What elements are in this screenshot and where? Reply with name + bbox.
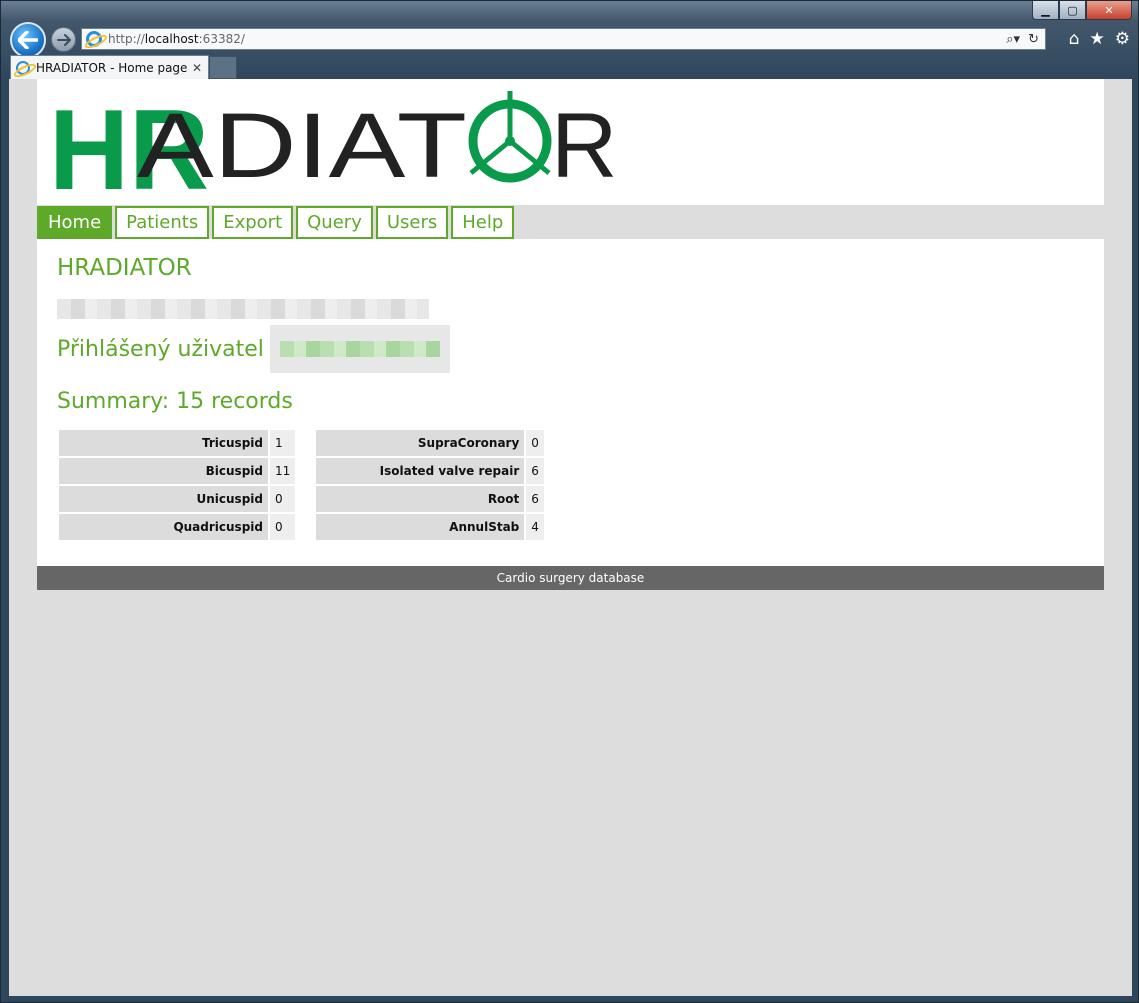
table-row: AnnulStab 4	[316, 514, 544, 540]
logo-adiat: ADIAT	[137, 95, 467, 191]
close-window-button[interactable]: ✕	[1086, 1, 1132, 20]
menu-item-patients[interactable]: Patients	[115, 206, 210, 239]
url-host: localhost	[144, 32, 199, 46]
menu-item-query[interactable]: Query	[296, 206, 373, 239]
row-value: 0	[526, 430, 544, 456]
url-text[interactable]: http://localhost:63382/	[108, 32, 245, 46]
row-label: SupraCoronary	[316, 430, 525, 456]
menu-item-home[interactable]: Home	[37, 206, 113, 239]
search-icon[interactable]: ⌕▾	[1006, 32, 1020, 47]
steering-wheel-icon	[468, 91, 552, 183]
summary-title: Summary: 15 records	[57, 389, 293, 414]
row-label: Tricuspid	[59, 430, 268, 456]
page-title: HRADIATOR	[57, 255, 192, 281]
logo-r: R	[551, 95, 617, 191]
logged-user-label: Přihlášený uživatel	[57, 336, 264, 362]
url-rest: :63382/	[198, 32, 245, 46]
settings-gear-icon[interactable]: ⚙	[1115, 29, 1130, 49]
tab-home-page[interactable]: HRADIATOR - Home page ✕	[10, 55, 209, 79]
procedure-table: SupraCoronary 0 Isolated valve repair 6 …	[314, 428, 546, 542]
table-row: Quadricuspid 0	[59, 514, 296, 540]
redacted-username	[279, 341, 440, 357]
table-row: Root 6	[316, 486, 544, 512]
table-row: Isolated valve repair 6	[316, 458, 544, 484]
summary-tables: Tricuspid 1 Bicuspid 11 Unicuspid 0 Quad…	[57, 428, 1084, 542]
tab-label: HRADIATOR - Home page	[36, 60, 188, 75]
page-footer: Cardio surgery database	[37, 566, 1104, 590]
tab-bar: HRADIATOR - Home page ✕	[1, 55, 1139, 79]
menu-item-users[interactable]: Users	[375, 206, 449, 239]
redacted-text	[57, 299, 429, 319]
page-viewport: HR ADIAT R Home Patients Export Query Us…	[9, 79, 1132, 996]
table-row: SupraCoronary 0	[316, 430, 544, 456]
row-value: 11	[270, 458, 296, 484]
url-prefix: http://	[108, 32, 145, 46]
address-tools: ⌕▾ ↻	[1006, 32, 1045, 47]
row-value: 1	[270, 430, 296, 456]
forward-arrow-icon	[56, 33, 71, 46]
logo-header: HR ADIAT R	[37, 79, 1104, 205]
forward-button[interactable]	[51, 27, 76, 52]
hradiator-logo: HR ADIAT R	[49, 87, 617, 191]
table-row: Unicuspid 0	[59, 486, 296, 512]
row-label: Bicuspid	[59, 458, 268, 484]
page-container: HR ADIAT R Home Patients Export Query Us…	[37, 79, 1104, 590]
logged-user-box	[269, 325, 450, 373]
address-bar[interactable]: http://localhost:63382/ ⌕▾ ↻	[81, 28, 1046, 50]
new-tab-button[interactable]	[209, 56, 237, 79]
row-label: Isolated valve repair	[316, 458, 525, 484]
menu-item-help[interactable]: Help	[451, 206, 515, 239]
logged-user-row: Přihlášený uživatel	[57, 325, 1084, 373]
row-value: 0	[270, 486, 296, 512]
refresh-icon[interactable]: ↻	[1028, 32, 1039, 47]
ie-page-icon	[86, 31, 102, 47]
browser-toolbar: ⌂ ★ ⚙	[1069, 29, 1130, 49]
row-value: 0	[270, 514, 296, 540]
table-row: Tricuspid 1	[59, 430, 296, 456]
row-value: 6	[526, 486, 544, 512]
valve-type-table: Tricuspid 1 Bicuspid 11 Unicuspid 0 Quad…	[57, 428, 297, 542]
row-value: 4	[526, 514, 544, 540]
back-arrow-icon	[18, 31, 38, 49]
main-menu: Home Patients Export Query Users Help	[37, 205, 1104, 239]
browser-window: ▁ ▢ ✕ http://localhost:63382/ ⌕▾ ↻ ⌂ ★ ⚙	[0, 0, 1139, 1003]
navigation-bar: http://localhost:63382/ ⌕▾ ↻ ⌂ ★ ⚙	[1, 21, 1139, 58]
home-icon[interactable]: ⌂	[1069, 29, 1080, 49]
tab-ie-icon	[16, 60, 30, 75]
window-caption-buttons: ▁ ▢ ✕	[1032, 1, 1132, 20]
row-label: Quadricuspid	[59, 514, 268, 540]
row-label: Unicuspid	[59, 486, 268, 512]
favorites-star-icon[interactable]: ★	[1090, 29, 1105, 49]
tab-close-icon[interactable]: ✕	[192, 61, 202, 75]
back-button[interactable]	[10, 22, 46, 58]
minimize-button[interactable]: ▁	[1032, 1, 1059, 20]
menu-item-export[interactable]: Export	[212, 206, 294, 239]
row-value: 6	[526, 458, 544, 484]
row-label: AnnulStab	[316, 514, 525, 540]
table-row: Bicuspid 11	[59, 458, 296, 484]
main-content: HRADIATOR Přihlášený uživatel Summary: 1…	[37, 239, 1104, 566]
row-label: Root	[316, 486, 525, 512]
maximize-button[interactable]: ▢	[1059, 1, 1086, 20]
